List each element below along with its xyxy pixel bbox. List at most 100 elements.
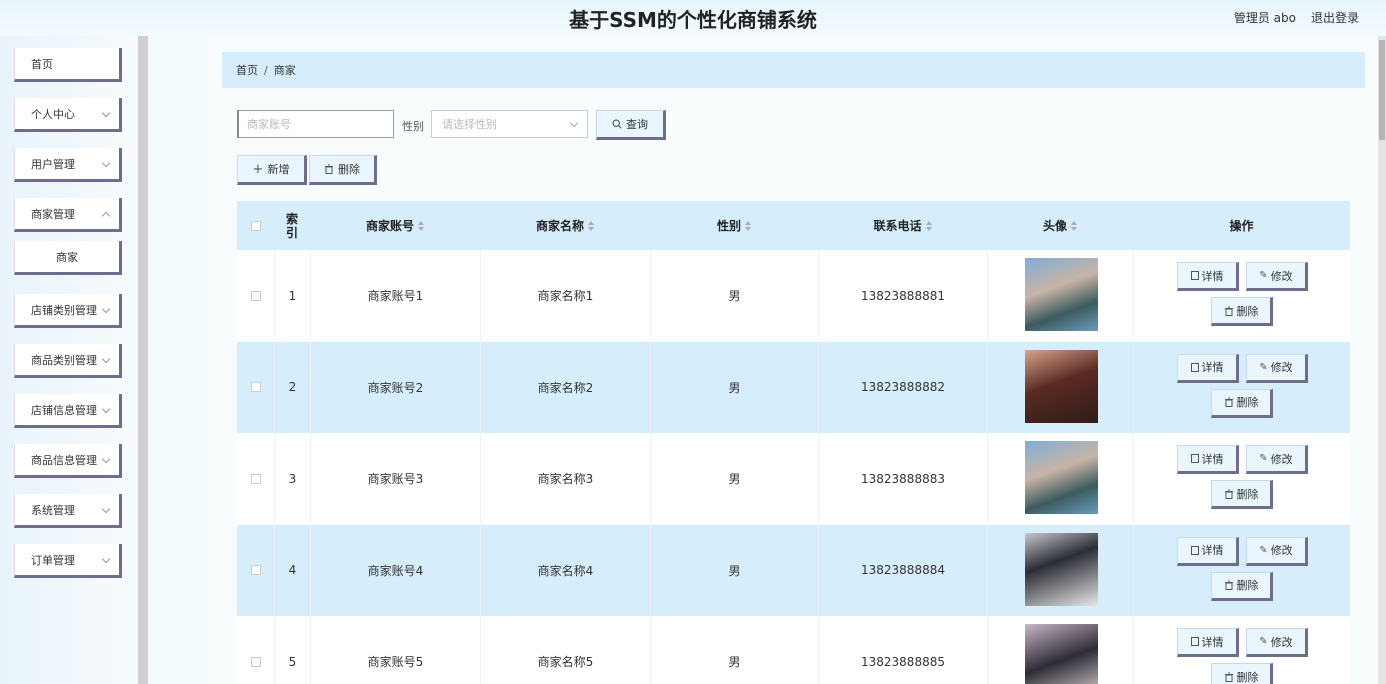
row-checkbox[interactable]	[250, 565, 261, 575]
document-icon	[1190, 454, 1199, 463]
sidebar-item-merchant-management[interactable]: 商家管理	[14, 198, 122, 232]
detail-button[interactable]: 详情	[1177, 536, 1239, 566]
detail-button[interactable]: 详情	[1177, 262, 1239, 291]
sidebar-item-order-management[interactable]: 订单管理	[14, 544, 122, 578]
edit-button[interactable]: ✎ 修改	[1246, 628, 1308, 657]
search-icon	[612, 119, 622, 129]
table-row: 3 商家账号3 商家名称3 男 13823888883 详情 ✎ 修改 删除	[237, 433, 1350, 524]
merchant-table: 索引 商家账号 商家名称 性别 联系电话 头像 操作 1 商家账号1 商家名称1…	[237, 201, 1350, 684]
sort-icon	[925, 220, 932, 231]
cell-gender: 男	[650, 616, 818, 684]
cell-phone: 13823888881	[818, 250, 987, 341]
cell-phone: 13823888883	[818, 433, 987, 524]
sidebar-item-user-management[interactable]: 用户管理	[14, 148, 122, 182]
cell-name: 商家名称3	[480, 433, 650, 524]
cell-gender: 男	[650, 250, 818, 341]
sort-icon	[418, 220, 424, 231]
cell-account: 商家账号2	[310, 341, 480, 433]
table-row: 2 商家账号2 商家名称2 男 13823888882 详情 ✎ 修改 删除	[237, 341, 1350, 433]
delete-button[interactable]: 删除	[1211, 663, 1273, 684]
edit-button[interactable]: ✎ 修改	[1246, 262, 1308, 291]
cell-index: 5	[274, 616, 310, 684]
column-avatar[interactable]: 头像	[987, 201, 1133, 250]
cell-account: 商家账号4	[310, 524, 480, 616]
cell-phone: 13823888882	[818, 341, 987, 433]
detail-button[interactable]: 详情	[1177, 353, 1239, 383]
detail-button[interactable]: 详情	[1177, 445, 1239, 474]
cell-account: 商家账号5	[310, 616, 480, 684]
breadcrumb-home[interactable]: 首页	[236, 62, 258, 78]
cell-phone: 13823888885	[818, 616, 987, 684]
delete-button[interactable]: 删除	[1211, 480, 1273, 509]
cell-account: 商家账号1	[310, 250, 480, 341]
detail-button[interactable]: 详情	[1177, 628, 1239, 657]
chevron-down-icon	[101, 354, 111, 364]
gender-select[interactable]: 请选择性别	[431, 110, 588, 138]
column-gender[interactable]: 性别	[650, 201, 818, 250]
cell-gender: 男	[650, 341, 818, 433]
row-checkbox[interactable]	[250, 656, 261, 667]
delete-button[interactable]: 删除	[1211, 297, 1273, 326]
app-title: 基于SSM的个性化商铺系统	[569, 8, 817, 32]
sidebar-item-system-management[interactable]: 系统管理	[14, 494, 122, 528]
pencil-icon: ✎	[1259, 361, 1268, 373]
column-account[interactable]: 商家账号	[310, 201, 480, 250]
edit-button[interactable]: ✎ 修改	[1246, 445, 1308, 474]
sidebar-subitem-merchant[interactable]: 商家	[14, 241, 122, 275]
table-row: 4 商家账号4 商家名称4 男 13823888884 详情 ✎ 修改 删除	[237, 524, 1350, 616]
column-name[interactable]: 商家名称	[480, 201, 650, 250]
edit-button[interactable]: ✎ 修改	[1246, 536, 1308, 566]
sidebar-scrollbar[interactable]	[138, 36, 148, 684]
delete-button[interactable]: 删除	[1211, 571, 1273, 601]
chevron-down-icon	[101, 554, 111, 564]
trash-icon	[1224, 489, 1233, 499]
current-user: 管理员 abo	[1233, 11, 1296, 25]
gender-label: 性别	[402, 120, 424, 133]
breadcrumb-current: 商家	[273, 64, 296, 77]
cell-index: 1	[274, 250, 310, 341]
top-header: 基于SSM的个性化商铺系统 管理员 abo 退出登录	[0, 0, 1386, 36]
sidebar-item-product-info[interactable]: 商品信息管理	[14, 444, 122, 478]
chevron-down-icon	[569, 118, 579, 128]
sort-icon	[745, 220, 751, 231]
add-button[interactable]: + 新增	[237, 155, 307, 185]
page-scrollbar[interactable]	[1378, 36, 1386, 684]
plus-icon: +	[252, 161, 264, 177]
row-checkbox[interactable]	[250, 473, 261, 484]
sidebar-item-product-category[interactable]: 商品类别管理	[14, 344, 122, 378]
trash-icon	[325, 164, 333, 174]
sidebar-item-shop-info[interactable]: 店铺信息管理	[14, 394, 122, 428]
cell-gender: 男	[650, 433, 818, 524]
row-checkbox[interactable]	[250, 290, 261, 301]
batch-delete-button[interactable]: 删除	[309, 155, 377, 185]
column-phone[interactable]: 联系电话	[818, 201, 987, 250]
breadcrumb: 首页 / 商家	[222, 52, 1365, 88]
sidebar-item-personal-center[interactable]: 个人中心	[14, 98, 122, 132]
column-index: 索引	[285, 211, 298, 240]
trash-icon	[1224, 397, 1233, 407]
pencil-icon: ✎	[1259, 453, 1268, 464]
sidebar: 首页 个人中心 用户管理 商家管理 商家 店铺类别管理 商品类别管理 店铺信息管…	[0, 36, 148, 684]
edit-button[interactable]: ✎ 修改	[1246, 353, 1308, 383]
cell-index: 3	[274, 433, 310, 524]
cell-index: 4	[274, 524, 310, 616]
logout-link[interactable]: 退出登录	[1311, 9, 1359, 26]
sidebar-item-shop-category[interactable]: 店铺类别管理	[14, 294, 122, 328]
chevron-up-icon	[101, 211, 111, 221]
avatar-image	[1025, 258, 1098, 331]
sidebar-item-home[interactable]: 首页	[14, 48, 122, 82]
row-checkbox[interactable]	[250, 382, 261, 392]
pencil-icon: ✎	[1259, 544, 1268, 556]
query-button[interactable]: 查询	[596, 110, 666, 140]
trash-icon	[1224, 580, 1233, 590]
select-all-checkbox[interactable]	[250, 220, 261, 231]
delete-button[interactable]: 删除	[1211, 388, 1273, 418]
sort-icon	[1071, 220, 1077, 231]
sort-icon	[588, 220, 594, 231]
chevron-down-icon	[101, 504, 111, 514]
cell-phone: 13823888884	[818, 524, 987, 616]
chevron-down-icon	[101, 404, 111, 414]
avatar-image	[1025, 532, 1098, 606]
trash-icon	[1224, 306, 1233, 316]
merchant-account-search-input[interactable]: 商家账号	[237, 110, 394, 138]
